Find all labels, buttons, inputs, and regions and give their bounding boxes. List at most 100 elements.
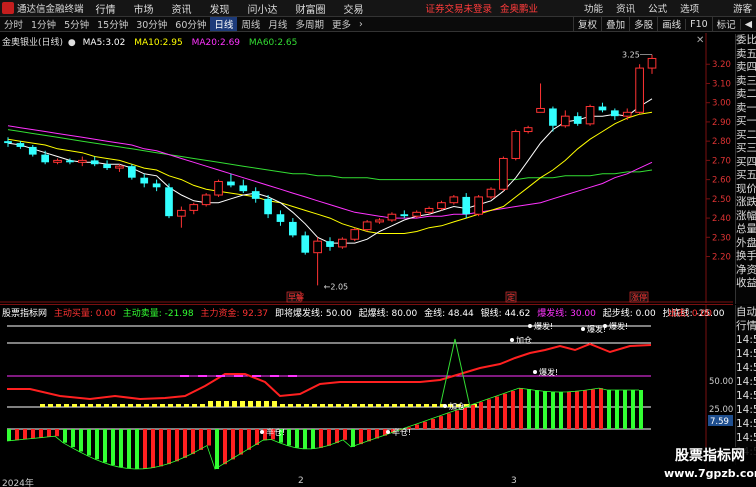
menu-item-jiaoyi[interactable]: 交易 xyxy=(344,1,364,16)
period-multi[interactable]: 多周期 xyxy=(291,17,328,31)
ma5-label: MA5:3.02 xyxy=(82,38,126,48)
function-menu[interactable]: 功能 xyxy=(584,1,603,15)
oscillator-bar xyxy=(447,413,451,429)
legend-9: 起步线: 0.00 xyxy=(602,309,656,319)
candle-down xyxy=(16,143,25,147)
top-menu-bar: 通达信金融终端 行情 市场 资讯 发现 问小达 财富圈 交易 证券交易未登录 金… xyxy=(0,0,756,17)
info-menu[interactable]: 资讯 xyxy=(616,1,635,15)
tick-time-7: 14:56 xyxy=(736,404,756,416)
stock-name-notice: 金奥鹏业 xyxy=(500,4,539,15)
volume-bar xyxy=(168,404,173,407)
sidebar-label-10: 买五 xyxy=(736,169,756,181)
oscillator-bar xyxy=(287,429,291,446)
period-monthly[interactable]: 月线 xyxy=(264,17,291,31)
login-notice[interactable]: 证券交易未登录 xyxy=(426,1,493,15)
menu-item-zixun[interactable]: 资讯 xyxy=(172,1,192,16)
multi-stock-button[interactable]: 多股 xyxy=(629,17,657,31)
price-tick-label: 2.60 xyxy=(712,176,731,186)
price-tick-label: 2.80 xyxy=(712,137,731,147)
oscillator-bar xyxy=(143,429,147,469)
options-menu[interactable]: 选项 xyxy=(680,1,699,15)
indicator-chart[interactable]: 50.0025.007.59 爆发!加仓爆发!爆发! 爆发!加仓半仓! 半仓! xyxy=(0,304,733,476)
candle-down xyxy=(264,198,272,215)
mark-button[interactable]: 标记 xyxy=(711,17,740,31)
oscillator-bar xyxy=(191,429,195,455)
high-price-label: 3.25 xyxy=(622,51,640,60)
oscillator-bar xyxy=(591,389,595,429)
menu-item-shichang[interactable]: 市场 xyxy=(134,1,154,16)
signal-dot xyxy=(386,430,390,434)
menu-item-hangqing[interactable]: 行情 xyxy=(96,1,116,16)
legend-3: 主力资金: 92.37 xyxy=(200,309,269,319)
legend-4: 即将爆发线: 50.00 xyxy=(275,309,352,319)
oscillator-bar xyxy=(527,389,531,429)
f10-button[interactable]: F10 xyxy=(685,18,712,30)
volume-bar xyxy=(368,404,373,407)
volume-bar xyxy=(360,404,365,407)
volume-bar xyxy=(160,404,165,407)
kline-chart[interactable]: 3.20 3.10 3.00 2.90 2.80 2.70 2.60 2.50 2.40 2.30… xyxy=(0,33,733,303)
oscillator-bar xyxy=(359,429,363,445)
chevron-right-icon[interactable]: › xyxy=(355,19,367,30)
candle-up xyxy=(449,196,459,204)
fuquan-button[interactable]: 复权 xyxy=(573,17,601,31)
oscillator-bar xyxy=(599,388,603,429)
period-more[interactable]: 更多 xyxy=(328,17,355,31)
volume-bar xyxy=(416,404,421,407)
volume-bar xyxy=(384,404,389,407)
price-tick-label: 3.10 xyxy=(712,79,731,89)
sidebar-label-2: 卖四 xyxy=(736,61,756,73)
volume-bar xyxy=(136,404,141,407)
oscillator-bar xyxy=(343,429,347,440)
sidebar-label-13: 涨幅 xyxy=(736,209,756,222)
volume-bar xyxy=(112,404,117,407)
period-daily[interactable]: 日线 xyxy=(210,17,238,31)
signal-dot xyxy=(443,404,447,408)
attack-value: 出击: 0.00 xyxy=(668,309,712,319)
guest-label[interactable]: 游客 xyxy=(733,1,752,15)
oscillator-bar xyxy=(623,390,627,429)
overlay-button[interactable]: 叠加 xyxy=(601,17,629,31)
draw-line-button[interactable]: 画线 xyxy=(657,17,685,31)
menu-item-caifuquan[interactable]: 财富圈 xyxy=(296,1,326,16)
signal-label: 加仓 xyxy=(449,401,465,411)
menu-item-faxian[interactable]: 发现 xyxy=(210,1,230,16)
oscillator-bar xyxy=(327,429,331,446)
chart-close-icon[interactable]: ✕ xyxy=(696,35,704,46)
ma10-label: MA10:2.95 xyxy=(134,38,183,48)
site-watermark: 股票指标网 www.7gpzb.com xyxy=(664,447,756,487)
signal-label: 加仓 xyxy=(516,335,532,345)
period-5min[interactable]: 5分钟 xyxy=(60,17,93,31)
candle-up xyxy=(437,202,446,209)
period-fenshi[interactable]: 分时 xyxy=(0,17,27,31)
sidebar-label-4: 卖二 xyxy=(736,88,756,100)
candle-up xyxy=(201,194,211,206)
price-tick-label: 2.30 xyxy=(712,233,731,243)
formula-menu[interactable]: 公式 xyxy=(648,1,667,15)
period-toolbar: 分时 1分钟 5分钟 15分钟 30分钟 60分钟 日线 周线 月线 多周期 更… xyxy=(0,17,756,32)
candle-down xyxy=(289,221,297,236)
legend-6: 金线: 48.44 xyxy=(424,309,474,319)
oscillator-bar xyxy=(415,424,419,429)
period-weekly[interactable]: 周线 xyxy=(237,17,264,31)
signal-dot xyxy=(603,324,607,328)
oscillator-bar xyxy=(239,429,243,455)
period-30min[interactable]: 30分钟 xyxy=(132,17,171,31)
tick-time-1[interactable]: 行情 xyxy=(736,319,756,333)
quote-sidebar: 委比 卖五 卖四 卖三 卖二 卖一 买一 买二 买三 买四 买五 现价 涨跌 涨幅 总量 外盘 换手 净资 收益 xyxy=(735,34,756,304)
period-60min[interactable]: 60分钟 xyxy=(171,17,210,31)
sidebar-label-0: 委比 xyxy=(736,34,756,46)
period-1min[interactable]: 1分钟 xyxy=(27,17,60,31)
tick-time-0[interactable]: 自动 xyxy=(736,305,756,319)
period-15min[interactable]: 15分钟 xyxy=(93,17,132,31)
volume-bar xyxy=(328,404,333,407)
oscillator-bar xyxy=(127,429,131,469)
oscillator-bar xyxy=(231,429,235,460)
volume-bar xyxy=(392,404,397,407)
oscillator-bar xyxy=(303,429,307,449)
app-title: 通达信金融终端 xyxy=(17,4,84,15)
menu-item-wenxiaoda[interactable]: 问小达 xyxy=(248,1,278,16)
settings-dot-icon[interactable]: ● xyxy=(68,38,76,48)
candle-down xyxy=(90,160,99,165)
collapse-icon[interactable]: ◀ xyxy=(739,18,756,30)
